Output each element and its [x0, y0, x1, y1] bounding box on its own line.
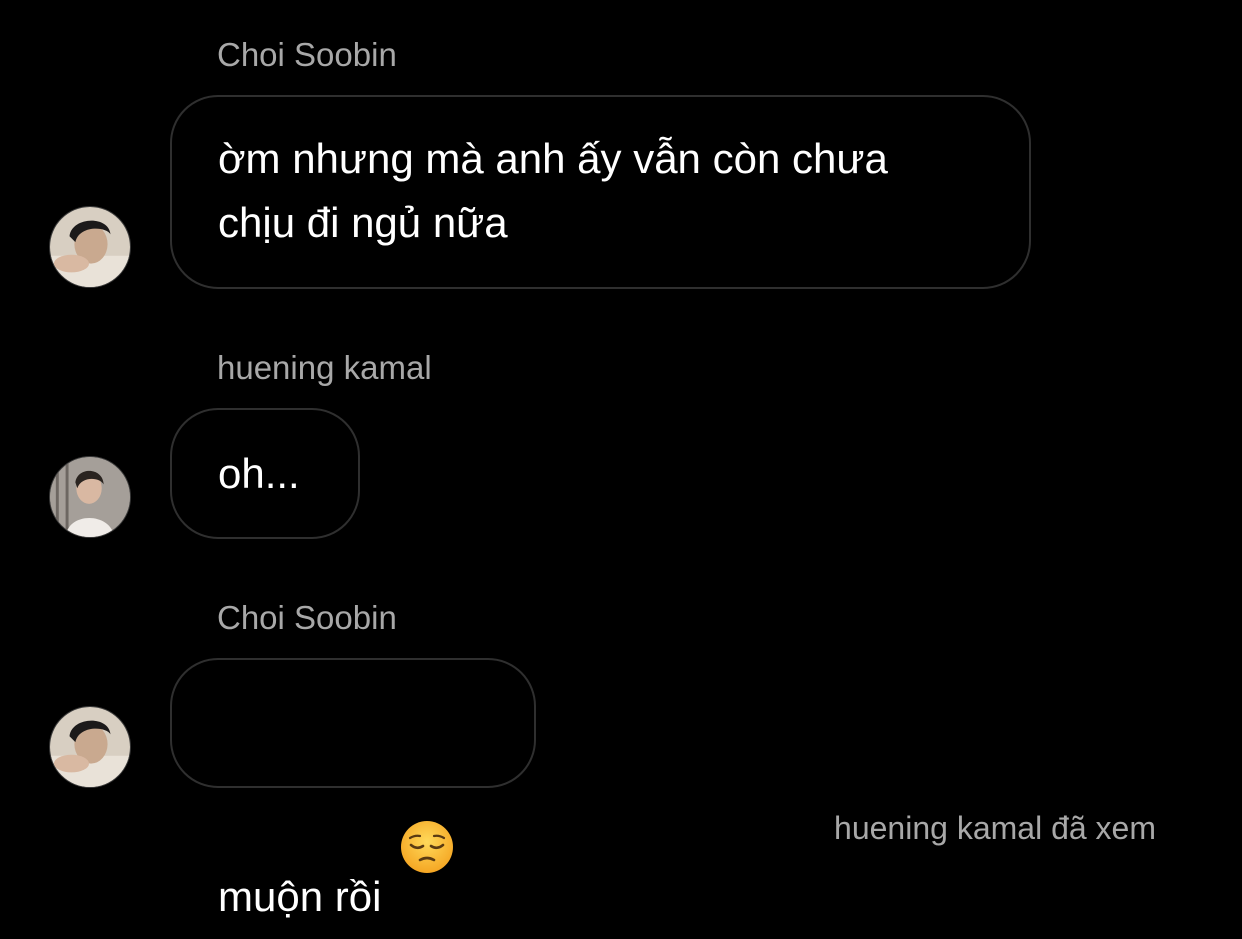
- seen-status: huening kamal đã xem: [834, 810, 1156, 846]
- user-avatar-soobin-icon: [50, 207, 130, 287]
- message-text: muộn rồi: [218, 873, 382, 920]
- pensive-face-emoji-icon: [399, 755, 455, 873]
- avatar[interactable]: [49, 456, 131, 538]
- user-avatar-kamal-icon: [50, 457, 130, 537]
- sender-name: Choi Soobin: [217, 599, 397, 636]
- message-bubble[interactable]: muộn rồi: [170, 658, 536, 920]
- message-bubble[interactable]: oh...: [170, 408, 360, 539]
- sender-name: Choi Soobin: [217, 36, 397, 73]
- user-avatar-soobin-icon: [50, 707, 130, 787]
- avatar[interactable]: [49, 206, 131, 288]
- message-bubble[interactable]: ờm nhưng mà anh ấy vẫn còn chưa chịu đi …: [170, 95, 1031, 289]
- sender-name: huening kamal: [217, 349, 432, 386]
- avatar[interactable]: [49, 706, 131, 788]
